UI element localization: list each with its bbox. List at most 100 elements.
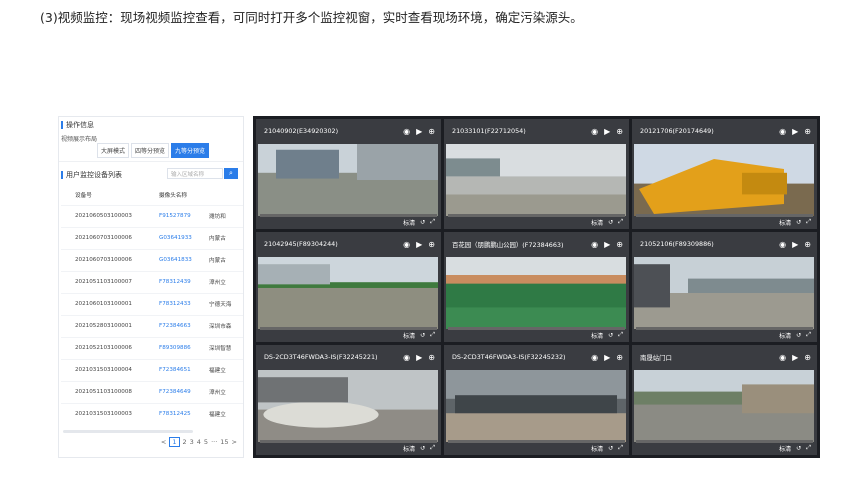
video-record-icon[interactable]: ▶ [416,240,422,249]
fullscreen-icon[interactable]: ⤢ [430,444,435,452]
fullscreen-icon[interactable]: ⤢ [806,444,811,452]
page-number[interactable]: 1 [169,437,180,447]
fullscreen-icon[interactable]: ⤢ [618,444,623,452]
camera-snapshot-icon[interactable]: ◉ [779,127,786,136]
table-row[interactable]: 2021052103100006 F89309886 深圳智慧 [61,336,243,359]
page-number[interactable]: 4 [197,438,201,446]
zoom-in-icon[interactable]: ⊕ [616,353,623,362]
camera-id[interactable]: F91527879 [145,204,205,227]
replay-icon[interactable]: ↺ [796,219,801,226]
table-row[interactable]: 2021052803100001 F72384663 深圳市森 [61,314,243,337]
camera-id[interactable]: F89309886 [145,336,205,359]
table-row[interactable]: 2021031503100004 F72384651 福建立 [61,358,243,381]
zoom-in-icon[interactable]: ⊕ [616,127,623,136]
video-record-icon[interactable]: ▶ [416,127,422,136]
video-cell[interactable]: 21033101(F22712054) ◉ ▶ ⊕ 标清 ↺ ⤢ [444,119,629,229]
fullscreen-icon[interactable]: ⤢ [806,218,811,226]
camera-snapshot-icon[interactable]: ◉ [403,127,410,136]
layout-bigscreen-button[interactable]: 大屏模式 [97,143,130,158]
area-search-input[interactable]: 输入区域名称 [167,168,223,179]
table-row[interactable]: 2021051103100007 F78312439 漳州立 [61,270,243,293]
replay-icon[interactable]: ↺ [420,332,425,339]
camera-id[interactable]: F72384663 [145,314,205,337]
video-record-icon[interactable]: ▶ [792,127,798,136]
quality-button[interactable]: 标清 [779,331,791,340]
replay-icon[interactable]: ↺ [796,445,801,452]
fullscreen-icon[interactable]: ⤢ [618,218,623,226]
video-cell[interactable]: 21052106(F89309886) ◉ ▶ ⊕ 标清 ↺ ⤢ [632,232,817,342]
replay-icon[interactable]: ↺ [420,219,425,226]
camera-snapshot-icon[interactable]: ◉ [403,240,410,249]
zoom-in-icon[interactable]: ⊕ [804,240,811,249]
next-page-button[interactable]: > [232,438,237,446]
video-record-icon[interactable]: ▶ [416,353,422,362]
camera-id[interactable]: F78312433 [145,292,205,315]
video-feed[interactable] [446,370,626,442]
video-feed[interactable] [634,257,814,329]
video-cell[interactable]: 20121706(F20174649) ◉ ▶ ⊕ 标清 ↺ ⤢ [632,119,817,229]
zoom-in-icon[interactable]: ⊕ [804,353,811,362]
video-record-icon[interactable]: ▶ [604,127,610,136]
video-cell[interactable]: 南晟站门口 ◉ ▶ ⊕ 标清 ↺ ⤢ [632,345,817,455]
prev-page-button[interactable]: < [161,438,166,446]
page-number[interactable]: 5 [204,438,208,446]
quality-button[interactable]: 标清 [591,444,603,453]
search-button[interactable]: ⌕ [224,168,238,179]
camera-snapshot-icon[interactable]: ◉ [591,127,598,136]
page-number[interactable]: 15 [220,438,228,446]
fullscreen-icon[interactable]: ⤢ [430,331,435,339]
video-feed[interactable] [446,257,626,329]
zoom-in-icon[interactable]: ⊕ [428,127,435,136]
video-record-icon[interactable]: ▶ [604,353,610,362]
table-row[interactable]: 2021060703100006 G03641933 内蒙古 [61,226,243,249]
page-number[interactable]: 2 [183,438,187,446]
camera-id[interactable]: F78312439 [145,270,205,293]
camera-id[interactable]: F78312425 [145,402,205,425]
video-feed[interactable] [446,144,626,216]
video-cell[interactable]: 21040902(E34920302) ◉ ▶ ⊕ 标清 ↺ ⤢ [256,119,441,229]
table-horizontal-scrollbar[interactable] [63,430,193,433]
zoom-in-icon[interactable]: ⊕ [428,353,435,362]
fullscreen-icon[interactable]: ⤢ [618,331,623,339]
replay-icon[interactable]: ↺ [420,445,425,452]
zoom-in-icon[interactable]: ⊕ [804,127,811,136]
fullscreen-icon[interactable]: ⤢ [806,331,811,339]
layout-four-button[interactable]: 四等分预览 [131,143,170,158]
replay-icon[interactable]: ↺ [608,219,613,226]
camera-id[interactable]: F72384651 [145,358,205,381]
video-cell[interactable]: 21042945(F89304244) ◉ ▶ ⊕ 标清 ↺ ⤢ [256,232,441,342]
camera-snapshot-icon[interactable]: ◉ [403,353,410,362]
video-record-icon[interactable]: ▶ [792,353,798,362]
table-row[interactable]: 2021031503100003 F78312425 福建立 [61,402,243,425]
table-row[interactable]: 2021051103100008 F72384649 漳州立 [61,380,243,403]
quality-button[interactable]: 标清 [403,218,415,227]
fullscreen-icon[interactable]: ⤢ [430,218,435,226]
replay-icon[interactable]: ↺ [608,445,613,452]
video-feed[interactable] [634,144,814,216]
video-cell[interactable]: DS-2CD3T46FWDA3-IS(F32245232) ◉ ▶ ⊕ 标清 ↺ ⤢ [444,345,629,455]
quality-button[interactable]: 标清 [591,218,603,227]
quality-button[interactable]: 标清 [403,444,415,453]
layout-nine-button[interactable]: 九等分预览 [171,143,210,158]
camera-snapshot-icon[interactable]: ◉ [779,353,786,362]
video-cell[interactable]: 百花园（朋鹏鹏山公园）(F72384663) ◉ ▶ ⊕ 标清 ↺ ⤢ [444,232,629,342]
replay-icon[interactable]: ↺ [608,332,613,339]
page-number[interactable]: ··· [211,438,217,446]
camera-id[interactable]: F72384649 [145,380,205,403]
camera-snapshot-icon[interactable]: ◉ [779,240,786,249]
video-feed[interactable] [258,257,438,329]
quality-button[interactable]: 标清 [403,331,415,340]
quality-button[interactable]: 标清 [779,444,791,453]
zoom-in-icon[interactable]: ⊕ [616,240,623,249]
page-number[interactable]: 3 [190,438,194,446]
table-row[interactable]: 2021060703100006 G03641833 内蒙古 [61,248,243,271]
video-feed[interactable] [258,144,438,216]
table-row[interactable]: 2021060503100003 F91527879 潍坊和 [61,204,243,227]
camera-snapshot-icon[interactable]: ◉ [591,240,598,249]
camera-id[interactable]: G03641933 [145,226,205,249]
zoom-in-icon[interactable]: ⊕ [428,240,435,249]
video-record-icon[interactable]: ▶ [792,240,798,249]
video-feed[interactable] [258,370,438,442]
table-row[interactable]: 2021060103100001 F78312433 宁德天海 [61,292,243,315]
video-record-icon[interactable]: ▶ [604,240,610,249]
